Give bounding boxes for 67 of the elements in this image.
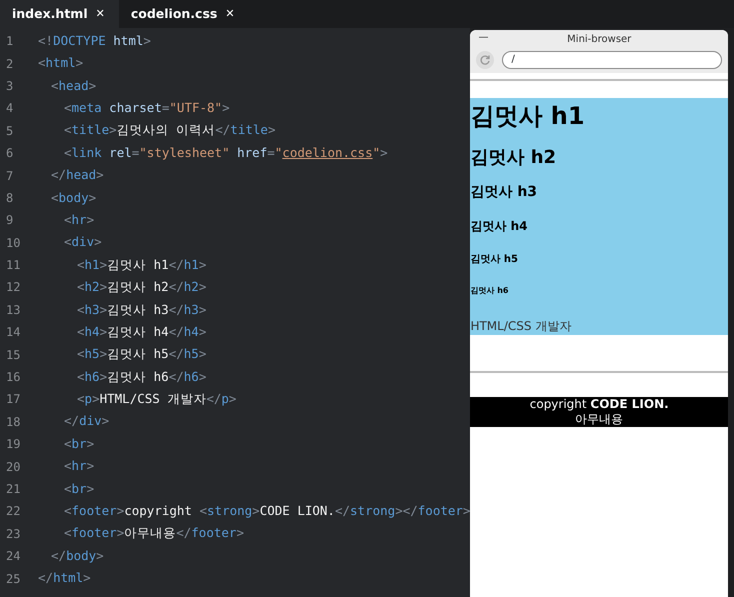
code-line: </body>	[51, 546, 104, 565]
address-field[interactable]: /	[502, 51, 722, 69]
line-number: 2	[5, 56, 14, 73]
code-line: <h2>김멋사 h2</h2>	[77, 278, 206, 296]
code-line: <body>	[51, 188, 96, 207]
heading: 김멋사 h5	[470, 252, 520, 267]
code-line: <h3>김멋사 h3</h3>	[77, 300, 206, 318]
close-icon[interactable]: ✕	[96, 6, 105, 22]
line-number: 7	[5, 168, 14, 185]
code-line: <hr>	[64, 457, 94, 476]
line-number: 3	[5, 78, 14, 95]
code-line: <link rel="stylesheet" href="codelion.css">	[64, 144, 388, 162]
code-line: <head>	[51, 76, 96, 95]
heading: 김멋사 h4	[470, 218, 529, 236]
reload-button[interactable]	[476, 51, 494, 69]
heading: 김멋사 h3	[470, 183, 538, 202]
line-number: 13	[5, 302, 22, 319]
reload-icon	[479, 54, 492, 66]
code-line: <h6>김멋사 h6</h6>	[77, 368, 206, 386]
minimize-button[interactable]: —	[478, 30, 488, 45]
line-number: 6	[5, 145, 14, 162]
heading: 김멋사 h1	[470, 101, 586, 132]
line-number: 18	[5, 414, 22, 431]
heading: 김멋사 h6	[470, 284, 510, 297]
line-number: 23	[5, 526, 22, 543]
line-number: 14	[5, 324, 22, 342]
line-number: 21	[5, 481, 22, 498]
code-line: <h5>김멋사 h5</h5>	[77, 345, 206, 364]
line-number: 12	[5, 279, 22, 296]
code-line: <br>	[64, 480, 94, 498]
code-line: </head>	[51, 166, 104, 184]
line-number: 4	[5, 100, 14, 118]
code-line: <p>HTML/CSS 개발자</p>	[77, 390, 236, 408]
code-line: <h1>김멋사 h1</h1>	[77, 256, 206, 274]
code-line: </div>	[64, 412, 110, 430]
footer-text: copyright CODE LION.	[528, 397, 670, 412]
code-line: <html>	[38, 54, 84, 72]
paragraph: HTML/CSS 개발자	[470, 318, 572, 336]
line-number: 19	[5, 436, 22, 454]
code-line: <footer>copyright <strong>CODE LION.</strong></footer>	[64, 502, 470, 520]
line-number: 9	[5, 212, 14, 230]
window-title: Mini-browser	[567, 34, 632, 45]
code-line: <div>	[64, 233, 102, 252]
code-line: <!DOCTYPE html>	[38, 32, 151, 50]
code-line: <title>김멋사의 이력서</title>	[64, 121, 276, 140]
line-number: 8	[5, 190, 14, 207]
line-number: 22	[5, 503, 22, 520]
line-number: 5	[5, 122, 14, 140]
line-number: 24	[5, 548, 22, 566]
line-number: 15	[5, 346, 22, 364]
line-number: 11	[5, 257, 22, 274]
line-number: 20	[5, 458, 22, 476]
line-number: 17	[5, 391, 22, 408]
code-line: </html>	[38, 569, 91, 588]
code-line: <hr>	[64, 210, 94, 229]
close-icon[interactable]: ✕	[225, 6, 235, 22]
heading: 김멋사 h2	[470, 146, 558, 170]
line-number: 10	[5, 234, 22, 252]
line-number: 16	[5, 369, 22, 386]
line-number: 1	[5, 33, 14, 50]
code-line: <h4>김멋사 h4</h4>	[77, 322, 206, 341]
editor-tab[interactable]: index.html ✕	[0, 0, 119, 28]
code-line: <footer>아무내용</footer>	[64, 524, 244, 542]
line-number: 25	[5, 570, 22, 588]
code-line: <br>	[64, 434, 94, 453]
footer-text: 아무내용	[574, 412, 624, 428]
code-line: <meta charset="UTF-8">	[64, 98, 230, 117]
